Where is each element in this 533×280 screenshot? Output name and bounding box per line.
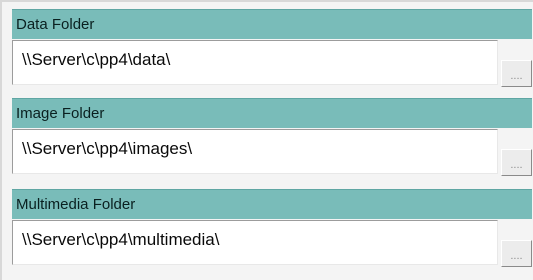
image-folder-path-field[interactable]: \\Server\c\pp4\images\ [12, 129, 498, 174]
data-folder-group: Data Folder \\Server\c\pp4\data\ .... [12, 9, 532, 91]
multimedia-folder-label: Multimedia Folder [16, 196, 136, 213]
data-folder-header: Data Folder [12, 9, 532, 39]
image-folder-header: Image Folder [12, 98, 532, 128]
data-folder-path-field[interactable]: \\Server\c\pp4\data\ [12, 40, 498, 85]
multimedia-folder-browse-button[interactable]: .... [501, 240, 532, 267]
folder-settings-panel: Data Folder \\Server\c\pp4\data\ .... Im… [0, 0, 533, 280]
multimedia-folder-group: Multimedia Folder \\Server\c\pp4\multime… [12, 189, 532, 271]
multimedia-folder-path-field[interactable]: \\Server\c\pp4\multimedia\ [12, 220, 498, 265]
data-folder-browse-button[interactable]: .... [501, 60, 532, 87]
image-folder-group: Image Folder \\Server\c\pp4\images\ .... [12, 98, 532, 180]
multimedia-folder-header: Multimedia Folder [12, 189, 532, 219]
data-folder-label: Data Folder [16, 16, 95, 33]
image-folder-browse-button[interactable]: .... [501, 149, 532, 176]
image-folder-label: Image Folder [16, 105, 105, 122]
